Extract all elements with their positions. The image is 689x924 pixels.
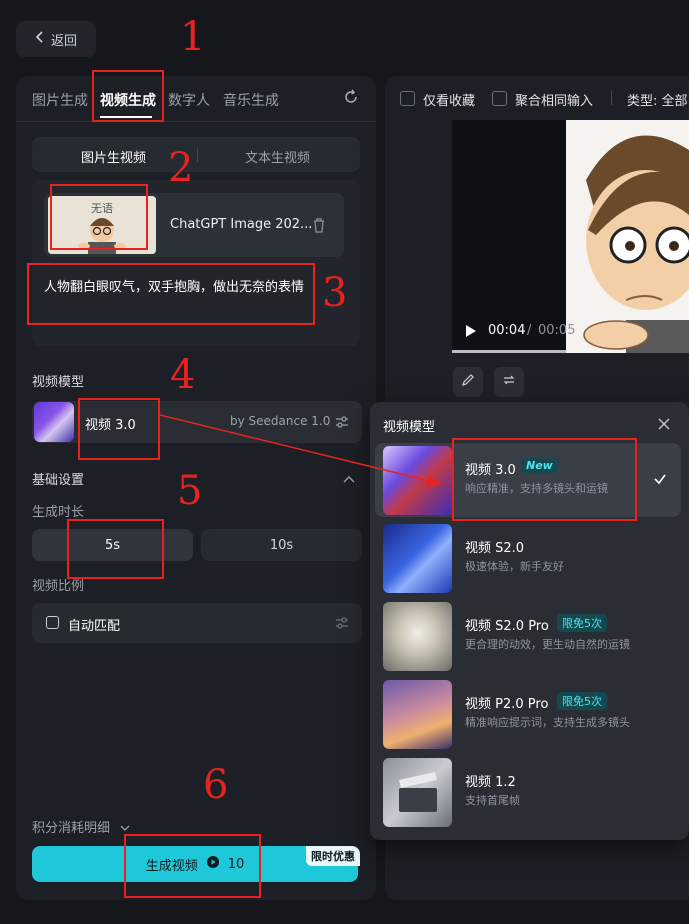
annotation-arrow [159,414,443,487]
